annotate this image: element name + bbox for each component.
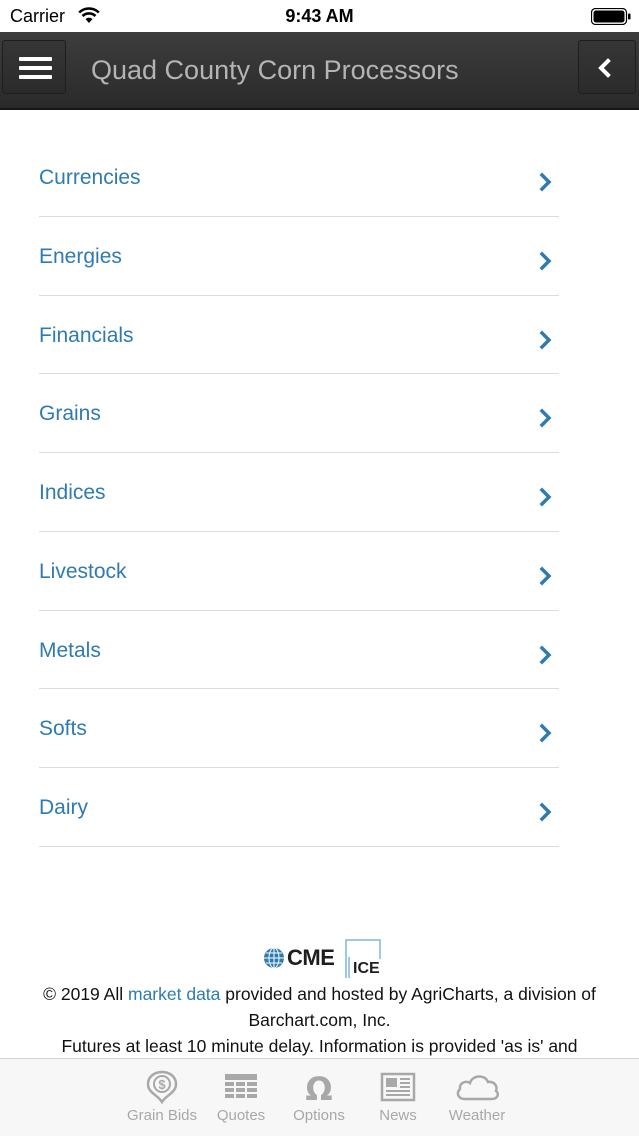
menu-button[interactable] [2,40,66,94]
back-button[interactable] [578,40,636,94]
cloud-icon [456,1075,500,1101]
copyright-prefix: © 2019 All [43,984,128,1004]
list-item-label: Energies [39,244,122,268]
list-item-label: Indices [39,481,106,504]
copyright-text: © 2019 All market data provided and host… [20,981,619,1033]
list-item[interactable]: Livestock [39,532,559,611]
list-item[interactable]: Softs [39,689,559,768]
market-data-link[interactable]: market data [128,984,220,1004]
page-title: Quad County Corn Processors [91,55,459,85]
ice-logo: ICE [353,960,380,977]
table-icon [225,1074,257,1098]
tab-news[interactable]: News [358,1059,438,1136]
tab-label: Quotes [216,1107,266,1124]
chevron-right-icon [539,172,552,192]
list-item-label: Currencies [39,166,141,189]
list-item-label: Financials [39,323,134,347]
chevron-right-icon [539,251,552,271]
copyright-suffix: provided and hosted by AgriCharts, a div… [220,984,596,1030]
tab-label: Options [293,1107,345,1124]
list-item[interactable]: Financials [39,296,559,375]
list-item-label: Metals [39,638,101,662]
tab-label: Grain Bids [126,1107,198,1124]
chevron-right-icon [539,330,552,349]
list-item-label: Softs [39,717,87,741]
tab-weather[interactable]: Weather [437,1059,517,1136]
tab-bar: $ Grain Bids Quotes Ω Options News Weath… [0,1058,639,1136]
list-item[interactable]: Energies [39,217,559,296]
chevron-right-icon [539,487,552,507]
tab-grain-bids[interactable]: $ Grain Bids [122,1059,202,1136]
category-list: Currencies Energies Financials Grains Indice… [39,138,559,847]
delay-notice: Futures at least 10 minute delay. Inform… [61,1036,578,1056]
tab-quotes[interactable]: Quotes [201,1059,281,1136]
tab-options[interactable]: Ω Options [279,1059,359,1136]
chevron-right-icon [539,566,552,586]
list-item[interactable]: Dairy [39,768,559,847]
svg-text:$: $ [158,1077,166,1092]
list-item-label: Livestock [39,559,127,583]
app-header: Quad County Corn Processors [0,32,639,110]
cme-globe-icon [264,947,284,969]
battery-icon [591,8,631,25]
svg-text:Ω: Ω [305,1070,332,1105]
status-time: 9:43 AM [285,6,354,26]
newspaper-icon [380,1072,416,1102]
provider-logos: CME ICE [263,938,383,980]
chevron-right-icon [539,645,552,664]
tab-label: News [379,1107,417,1124]
list-item-label: Grains [39,402,101,426]
chevron-right-icon [539,408,552,428]
list-item-label: Dairy [39,796,89,819]
chevron-right-icon [539,802,552,822]
omega-icon: Ω [305,1070,332,1105]
chevron-left-icon [598,58,611,78]
tab-label: Weather [448,1107,506,1124]
list-item[interactable]: Currencies [39,138,559,217]
list-item[interactable]: Grains [39,374,559,453]
list-item[interactable]: Metals [39,611,559,690]
list-item[interactable]: Indices [39,453,559,532]
status-bar: Carrier 9:43 AM [0,0,639,32]
cme-logo: CME [287,945,335,970]
dollar-badge-icon: $ [146,1070,178,1105]
chevron-right-icon [539,723,552,743]
